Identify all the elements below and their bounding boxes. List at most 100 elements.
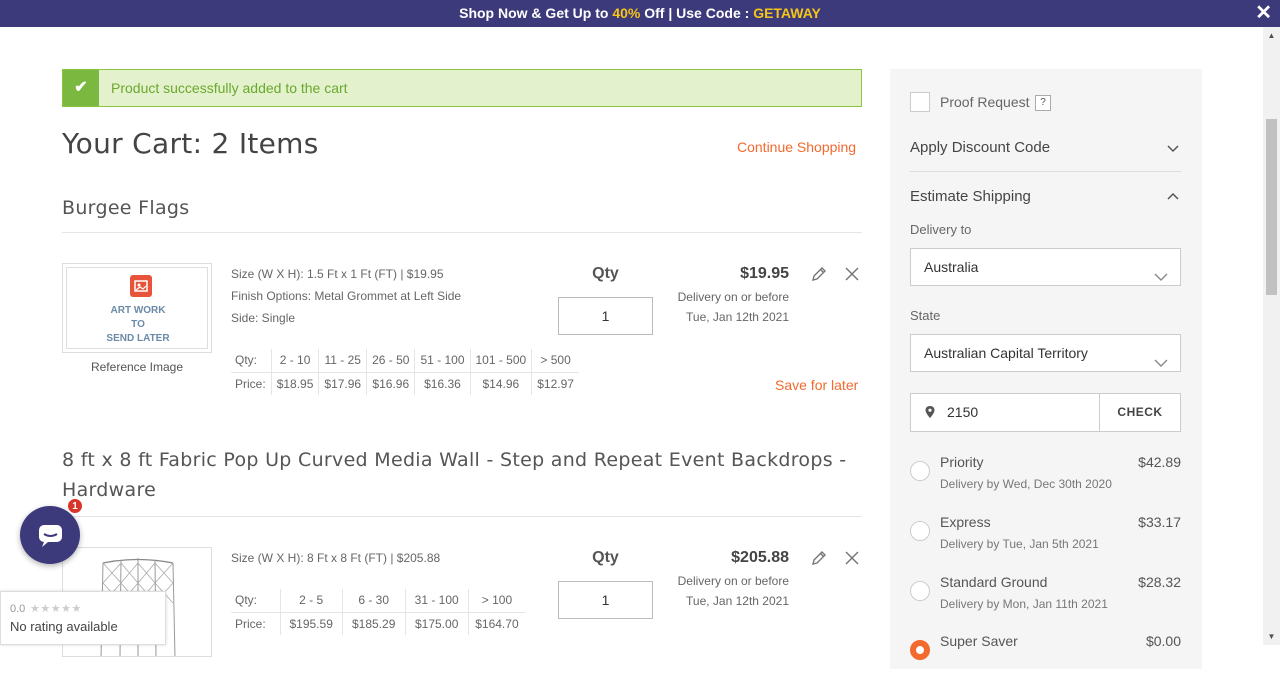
shipping-option-express[interactable]: Express $33.17 Delivery by Tue, Jan 5th … [910,514,1181,562]
shipping-option-name: Super Saver [940,633,1018,649]
tier-price-label: Price: [235,376,266,391]
divider [62,516,862,517]
shipping-option-name: Standard Ground [940,574,1048,590]
zip-code-field[interactable]: 2150 CHECK [910,393,1181,432]
continue-shopping-link[interactable]: Continue Shopping [737,139,856,155]
divider [910,171,1181,172]
tier-qty-cell: 31 - 100 [404,589,469,613]
shipping-option-priority[interactable]: Priority $42.89 Delivery by Wed, Dec 30t… [910,454,1181,502]
remove-icon[interactable] [844,266,860,282]
state-label: State [910,308,941,323]
shipping-radio[interactable] [910,521,930,541]
rating-text: No rating available [10,619,118,634]
checkmark-icon: ✔ [63,70,99,106]
delivery-estimate: Delivery on or before Tue, Jan 12th 2021 [678,571,789,611]
delivery-line: Delivery on or before [677,290,789,304]
tier-qty-cell: 2 - 5 [279,589,343,613]
image-placeholder-icon [130,275,152,297]
artwork-line: ART WORK [110,305,166,316]
tier-qty-cell: 6 - 30 [341,589,406,613]
cart-item-title[interactable]: Burgee Flags [62,197,189,219]
tier-price-cell: $16.96 [366,372,415,395]
tier-qty-cell: 2 - 10 [270,349,319,373]
promo-text-middle: Off | Use Code : [640,5,754,21]
success-alert: ✔ Product successfully added to the cart [62,69,862,107]
shipping-option-date: Delivery by Wed, Dec 30th 2020 [940,477,1112,491]
shipping-option-date: Delivery by Tue, Jan 5th 2021 [940,537,1099,551]
edit-icon[interactable] [810,265,828,283]
promo-code: GETAWAY [753,5,821,21]
tier-qty-row: Qty: 2 - 5 6 - 30 31 - 100 > 100 [231,589,526,613]
promo-text-prefix: Shop Now & Get Up to [459,5,613,21]
tier-price-cell: $18.95 [270,372,319,395]
price-tier-table: Qty: 2 - 10 11 - 25 26 - 50 51 - 100 101… [231,349,579,395]
shipping-option-cost: $0.00 [1145,633,1181,649]
tier-price-row: Price: $195.59 $185.29 $175.00 $164.70 [231,612,526,635]
quantity-input[interactable] [558,581,653,619]
rating-widget[interactable]: 0.0 ★★★★★ No rating available [0,591,166,645]
rating-stars-icon: ★★★★★ [30,603,82,615]
tier-qty-cell: 101 - 500 [469,349,532,373]
tier-qty-row: Qty: 2 - 10 11 - 25 26 - 50 51 - 100 101… [231,349,579,373]
close-icon[interactable]: ✕ [1255,0,1272,26]
chat-bubble-icon [39,525,62,547]
state-select-value: Australian Capital Territory [924,345,1088,361]
reference-image[interactable]: ART WORK TO SEND LATER [62,263,212,353]
shipping-option-cost: $28.32 [1138,574,1181,590]
shipping-radio[interactable] [910,581,930,601]
shipping-option-cost: $42.89 [1138,454,1181,470]
tier-price-cell: $164.70 [467,612,526,635]
check-button[interactable]: CHECK [1099,394,1180,431]
scroll-down-icon[interactable]: ▼ [1263,628,1280,645]
country-select[interactable]: Australia [910,248,1181,286]
chevron-down-icon[interactable] [1167,141,1179,153]
attribute-line: Finish Options: Metal Grommet at Left Si… [231,289,462,303]
tier-price-row: Price: $18.95 $17.96 $16.96 $16.36 $14.9… [231,372,579,395]
tier-price-cell: $195.59 [279,612,343,635]
remove-icon[interactable] [844,550,860,566]
location-pin-icon [924,405,936,419]
item-attributes: Size (W X H): 8 Ft x 8 Ft (FT) | $205.88 [231,547,440,569]
quantity-input[interactable] [558,297,653,335]
help-icon[interactable]: ? [1035,95,1051,111]
divider [62,232,862,233]
tier-price-label: Price: [235,616,266,631]
tier-qty-cell: > 100 [467,589,526,613]
proof-request-label[interactable]: Proof Request [940,94,1030,110]
shipping-option-standard-ground[interactable]: Standard Ground $28.32 Delivery by Mon, … [910,574,1181,622]
apply-discount-toggle[interactable]: Apply Discount Code [910,139,1050,156]
shipping-option-super-saver[interactable]: Super Saver $0.00 [910,633,1181,681]
estimate-shipping-toggle[interactable]: Estimate Shipping [910,188,1031,205]
artwork-text: ART WORK TO SEND LATER [67,304,209,346]
item-attributes: Size (W X H): 1.5 Ft x 1 Ft (FT) | $19.9… [231,263,461,329]
shipping-radio[interactable] [910,461,930,481]
tier-qty-cell: > 500 [531,349,579,373]
tier-price-cell: $17.96 [318,372,367,395]
shipping-radio-selected[interactable] [910,640,930,660]
proof-request-checkbox[interactable] [910,92,930,112]
save-for-later-link[interactable]: Save for later [775,377,858,393]
delivery-estimate: Delivery on or before Tue, Jan 12th 2021 [678,287,789,327]
edit-icon[interactable] [810,549,828,567]
scrollbar-thumb[interactable] [1266,119,1277,295]
chat-button[interactable]: 1 [20,498,83,564]
country-select-value: Australia [924,259,979,275]
chevron-up-icon[interactable] [1167,190,1179,202]
page-title: Your Cart: 2 Items [62,127,319,160]
artwork-line: SEND LATER [106,333,170,344]
item-price: $19.95 [740,265,789,282]
state-select[interactable]: Australian Capital Territory [910,334,1181,372]
reference-image-label: Reference Image [90,360,184,374]
scroll-up-icon[interactable]: ▲ [1263,27,1280,44]
cart-item-title[interactable]: 8 ft x 8 ft Fabric Pop Up Curved Media W… [62,449,846,501]
artwork-line: TO [131,319,145,330]
rating-score: 0.0 [10,603,26,615]
shipping-option-cost: $33.17 [1138,514,1181,530]
success-message: Product successfully added to the cart [111,80,348,96]
tier-price-cell: $16.36 [414,372,470,395]
tier-qty-cell: 51 - 100 [414,349,470,373]
shipping-option-date: Delivery by Mon, Jan 11th 2021 [940,597,1108,611]
zip-code-value[interactable]: 2150 [947,394,978,431]
page-scrollbar[interactable]: ▲ ▼ [1263,27,1280,645]
cart-item-title-line: 8 ft x 8 ft Fabric Pop Up Curved Media W… [62,449,847,471]
